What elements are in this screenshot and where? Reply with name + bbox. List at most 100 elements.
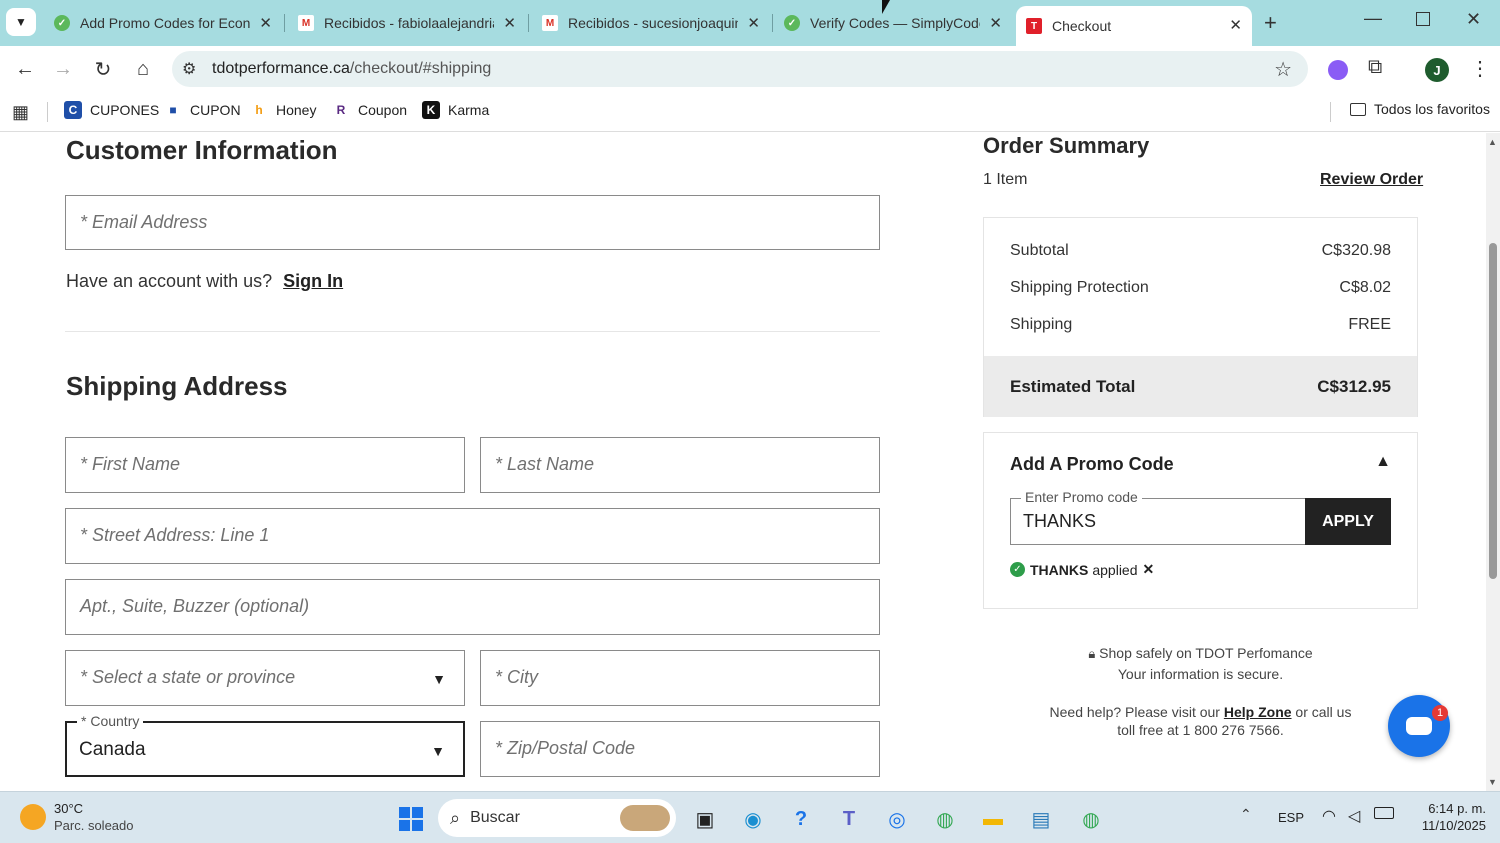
apply-button[interactable]: APPLY (1305, 498, 1391, 545)
karma-icon: K (422, 101, 440, 119)
back-button[interactable]: ← (12, 56, 38, 82)
language-indicator[interactable]: ESP (1278, 810, 1304, 825)
task-view-icon[interactable]: ▣ (690, 804, 720, 834)
arrow-right-icon: → (53, 57, 73, 80)
profile-avatar[interactable]: J (1425, 58, 1449, 82)
protection-label: Shipping Protection (1010, 279, 1149, 296)
country-value: Canada (79, 739, 146, 760)
page-scrollbar[interactable]: ▲ ▼ (1486, 133, 1500, 791)
menu-icon[interactable]: ⋮ (1470, 56, 1490, 81)
puzzle-icon[interactable]: ⧉ (1368, 56, 1382, 79)
tab-promo-codes[interactable]: ✓ Add Promo Codes for Econo ✕ (46, 6, 282, 40)
address-bar[interactable]: ⚙ tdotperformance.ca/checkout/#shipping … (172, 51, 1308, 87)
state-select[interactable]: * Select a state or province ▼ (65, 650, 465, 706)
bookmark-bag-icon: ■ (169, 103, 177, 117)
zip-field[interactable]: * Zip/Postal Code (480, 721, 880, 777)
gmail-icon: M (542, 15, 558, 31)
totals-box: Subtotal C$320.98 Shipping Protection C$… (983, 217, 1418, 417)
help-zone-link[interactable]: Help Zone (1224, 704, 1292, 720)
restore-button[interactable] (1416, 12, 1430, 26)
collapse-promo-icon[interactable]: ▲ (1375, 453, 1391, 471)
bookmark-cupones[interactable]: C CUPONES (64, 101, 159, 119)
chrome-profile-icon[interactable]: ◍ (1076, 804, 1106, 834)
teams-icon[interactable]: T (834, 804, 864, 834)
site-info-icon[interactable]: ⚙ (182, 59, 196, 79)
scroll-down-arrow[interactable]: ▼ (1488, 777, 1497, 787)
app-icon[interactable]: ▤ (1026, 804, 1056, 834)
remove-promo-icon[interactable]: ✕ (1143, 561, 1155, 578)
bookmark-cupon[interactable]: ■ CUPON (164, 101, 240, 119)
tab-title: Checkout (1052, 18, 1112, 34)
tray-chevron-icon[interactable]: ⌃ (1240, 806, 1252, 823)
file-explorer-icon[interactable]: ▬ (978, 804, 1008, 834)
apt-field[interactable]: Apt., Suite, Buzzer (optional) (65, 579, 880, 635)
home-button[interactable]: ⌂ (130, 56, 156, 82)
review-order-link[interactable]: Review Order (1320, 171, 1423, 189)
scroll-up-arrow[interactable]: ▲ (1488, 137, 1497, 147)
bookmark-label: CUPONES (90, 102, 160, 118)
scroll-thumb[interactable] (1489, 243, 1497, 579)
first-name-field[interactable]: * First Name (65, 437, 465, 493)
close-icon[interactable]: ✕ (989, 14, 1002, 32)
help-icon[interactable]: ? (786, 804, 816, 834)
tab-verify-codes[interactable]: ✓ Verify Codes — SimplyCodes ✕ (776, 6, 1012, 40)
browser-icon[interactable]: ◎ (882, 804, 912, 834)
secure-note: 🔒︎ Shop safely on TDOT Perfomance Your i… (983, 643, 1418, 684)
minimize-button[interactable]: — (1364, 8, 1382, 29)
close-window-button[interactable]: ✕ (1466, 9, 1481, 30)
applied-text: applied (1092, 561, 1138, 578)
sign-in-link[interactable]: Sign In (283, 271, 343, 291)
tab-checkout[interactable]: T Checkout ✕ (1016, 6, 1252, 46)
bookmark-honey[interactable]: h Honey (250, 101, 316, 119)
new-tab-button[interactable]: + (1264, 10, 1277, 36)
chat-button[interactable]: 1 (1388, 695, 1450, 757)
applied-promo: ✓ THANKS applied ✕ (1010, 561, 1154, 578)
taskbar-search[interactable]: ⌕ Buscar (438, 799, 676, 837)
volume-icon[interactable]: ◁ (1348, 806, 1360, 826)
reload-button[interactable]: ↻ (90, 56, 116, 82)
email-field[interactable]: * Email Address (65, 195, 880, 250)
weather-widget[interactable]: 30°C Parc. soleado (20, 800, 134, 834)
bookmark-karma[interactable]: K Karma (422, 101, 489, 119)
city-field[interactable]: * City (480, 650, 880, 706)
state-placeholder: * Select a state or province (80, 667, 296, 687)
all-bookmarks[interactable]: Todos los favoritos (1350, 101, 1490, 117)
bookmark-coupon[interactable]: R Coupon (332, 101, 407, 119)
help-phone: toll free at 1 800 276 7566. (1117, 722, 1284, 738)
search-icon: ⌕ (450, 807, 461, 828)
last-name-field[interactable]: * Last Name (480, 437, 880, 493)
windows-start-icon[interactable] (396, 804, 426, 834)
close-icon[interactable]: ✕ (503, 14, 516, 32)
simplycodes-icon: ✓ (54, 15, 70, 31)
tab-gmail-1[interactable]: M Recibidos - fabiolaalejandria ✕ (290, 6, 526, 40)
tab-gmail-2[interactable]: M Recibidos - sucesionjoaquin ✕ (534, 6, 770, 40)
tab-title: Recibidos - sucesionjoaquin (568, 15, 738, 31)
estimated-total-row: Estimated Total C$312.95 (984, 356, 1417, 417)
country-select[interactable]: * Country Canada ▼ (65, 713, 465, 777)
promo-code-field[interactable]: Enter Promo code THANKS (1010, 489, 1306, 545)
forward-button[interactable]: → (50, 56, 76, 82)
wifi-icon[interactable]: ◠ (1322, 806, 1336, 826)
shipping-address-title: Shipping Address (66, 371, 288, 401)
close-icon[interactable]: ✕ (259, 14, 272, 32)
extension-icon[interactable] (1328, 60, 1348, 80)
bookmark-label: Todos los favoritos (1374, 101, 1490, 117)
battery-icon[interactable] (1374, 807, 1394, 819)
subtotal-value: C$320.98 (1321, 242, 1391, 259)
star-icon[interactable]: ☆ (1274, 57, 1292, 82)
tab-search-button[interactable]: ▼ (6, 8, 36, 36)
close-icon[interactable]: ✕ (1229, 16, 1242, 34)
close-icon[interactable]: ✕ (747, 14, 760, 32)
url-text: tdotperformance.ca/checkout/#shipping (212, 60, 492, 77)
apps-icon[interactable]: ▦ (12, 102, 29, 123)
street-field[interactable]: * Street Address: Line 1 (65, 508, 880, 564)
help-note: Need help? Please visit our Help Zone or… (983, 703, 1418, 739)
chrome-icon[interactable]: ◍ (930, 804, 960, 834)
applied-code: THANKS (1030, 561, 1089, 578)
sun-icon (20, 804, 46, 830)
promo-title: Add A Promo Code (1010, 454, 1174, 474)
edge-icon[interactable]: ◉ (738, 804, 768, 834)
folder-icon (1350, 102, 1366, 116)
promo-box: Add A Promo Code ▲ Enter Promo code THAN… (983, 432, 1418, 609)
clock[interactable]: 6:14 p. m. 11/10/2025 (1408, 800, 1486, 834)
